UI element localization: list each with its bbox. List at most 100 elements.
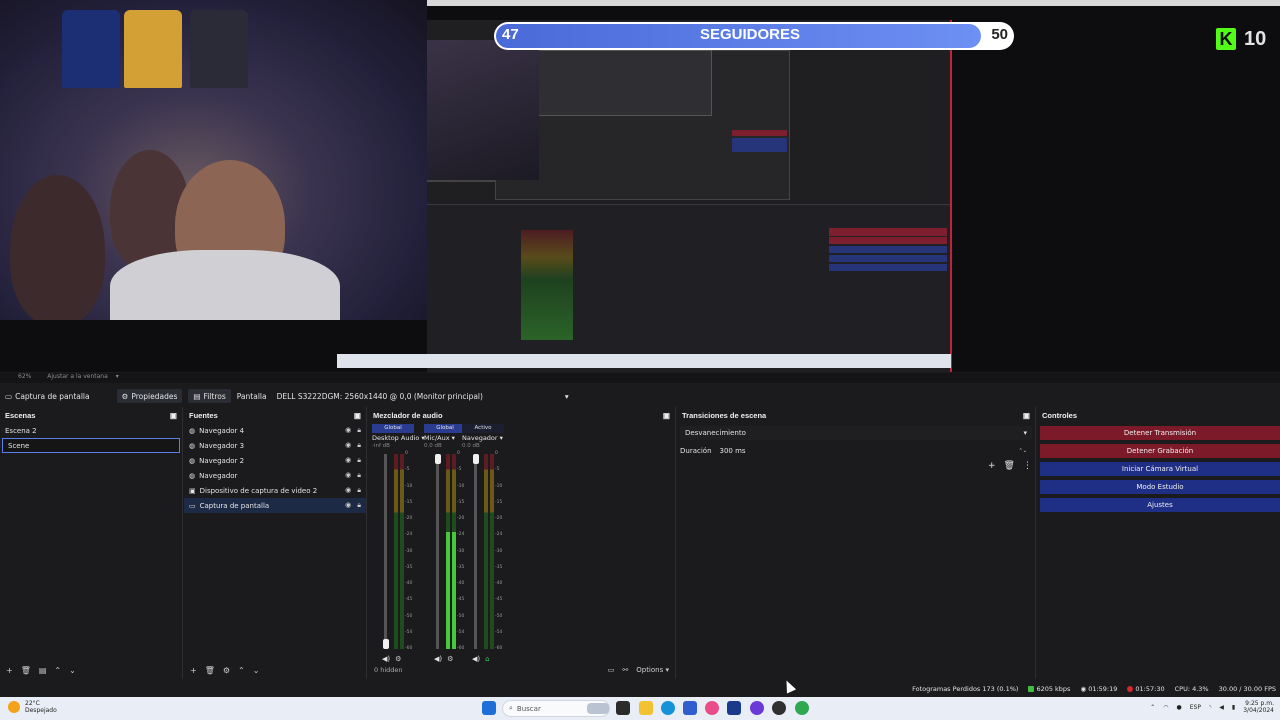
obs-icon[interactable] xyxy=(772,701,786,715)
dock-menu-icon[interactable]: ▣ xyxy=(1023,411,1030,420)
chevron-down-icon[interactable]: ▾ xyxy=(116,373,119,380)
follower-current: 47 xyxy=(502,26,519,43)
chevron-up-icon[interactable]: ⌃ xyxy=(238,666,245,675)
stop-recording-button[interactable]: Detener Grabación xyxy=(1040,444,1280,458)
eye-icon[interactable]: ◉ xyxy=(345,426,351,435)
source-item[interactable]: ▣ Dispositivo de captura de video 2 ◉ 🔒︎ xyxy=(184,483,366,498)
add-icon[interactable]: + xyxy=(190,666,197,675)
person-shirt xyxy=(110,250,340,320)
options-button[interactable]: Options ▾ xyxy=(636,666,669,674)
chevron-up-icon[interactable]: ⌃ xyxy=(54,666,61,675)
dropped-frames: Fotogramas Perdidos 173 (0.1%) xyxy=(912,685,1019,693)
chevron-down-icon[interactable]: ⌄ xyxy=(253,666,260,675)
volume-fader[interactable] xyxy=(472,454,479,649)
follower-label: SEGUIDORES xyxy=(700,26,801,43)
dock-menu-icon[interactable]: ▣ xyxy=(354,411,361,420)
meter-scale-tick: -50 xyxy=(405,613,413,619)
edge-icon[interactable] xyxy=(661,701,675,715)
wifi-icon[interactable]: ◝ xyxy=(1209,704,1211,711)
mixer-channel-name[interactable]: Navegador ▾ xyxy=(462,433,504,443)
chrome-icon[interactable] xyxy=(795,701,809,715)
meter-scale-tick: -24 xyxy=(405,532,413,538)
scene-item-selected[interactable]: Scene xyxy=(2,438,180,453)
link-icon[interactable]: ⚯ xyxy=(622,666,628,674)
file-explorer-icon[interactable] xyxy=(639,701,653,715)
preview-canvas[interactable]: 47 SEGUIDORES 50 K 10 xyxy=(0,0,1280,372)
add-icon[interactable]: + xyxy=(6,666,13,675)
chevron-down-icon[interactable]: ⌄ xyxy=(69,666,76,675)
windows-start-icon[interactable] xyxy=(482,701,496,715)
trash-icon[interactable]: 🗑 xyxy=(21,666,31,675)
meter-scale-tick: -35 xyxy=(405,564,413,570)
eye-icon[interactable]: ◉ xyxy=(345,456,351,465)
discord-icon[interactable] xyxy=(750,701,764,715)
mic-icon[interactable]: ● xyxy=(1177,704,1182,711)
filter-icon[interactable]: ▤ xyxy=(39,666,47,675)
sources-footer: + 🗑 ⚙ ⌃ ⌄ xyxy=(184,661,366,679)
volume-icon[interactable]: ◀ xyxy=(1219,704,1224,711)
weather-widget[interactable]: 22°C Despejado xyxy=(8,700,57,714)
settings-button[interactable]: Ajustes xyxy=(1040,498,1280,512)
chevron-up-icon[interactable]: ⌃ xyxy=(1150,704,1155,711)
source-item-selected[interactable]: ▭ Captura de pantalla ◉ 🔒︎ xyxy=(184,498,366,513)
zoom-fit[interactable]: Ajustar a la ventana xyxy=(47,373,108,380)
taskbar-search[interactable]: ⌕ Buscar xyxy=(502,700,610,717)
volume-fader-handle[interactable] xyxy=(434,454,441,464)
add-icon[interactable]: + xyxy=(988,461,996,471)
filters-button[interactable]: ▤ Filtros xyxy=(188,389,231,403)
network-icon[interactable]: ◠ xyxy=(1163,704,1168,711)
eye-icon[interactable]: ◉ xyxy=(345,471,351,480)
mixer-channel-db: 0.0 dB xyxy=(424,443,442,449)
mixer-channel-db: 0.0 dB xyxy=(462,443,480,449)
layout-icon[interactable]: ▭ xyxy=(608,666,615,674)
task-view-icon[interactable] xyxy=(616,701,630,715)
source-item[interactable]: ◍ Navegador 2 ◉ 🔒︎ xyxy=(184,453,366,468)
duration-field[interactable]: 300 ms ⌃⌄ xyxy=(720,444,1032,458)
lock-icon[interactable]: 🔒︎ xyxy=(357,471,361,480)
lock-icon[interactable]: 🔒︎ xyxy=(357,426,361,435)
meter-scale-tick: -30 xyxy=(495,548,503,554)
lock-icon[interactable]: 🔒︎ xyxy=(357,501,361,510)
source-item[interactable]: ◍ Navegador 4 ◉ 🔒︎ xyxy=(184,423,366,438)
meter-scale-tick: -15 xyxy=(405,499,413,505)
start-virtual-camera-button[interactable]: Iniciar Cámara Virtual xyxy=(1040,462,1280,476)
source-item[interactable]: ◍ Navegador ◉ 🔒︎ xyxy=(184,468,366,483)
spinner-icon[interactable]: ⌃⌄ xyxy=(1019,448,1027,454)
scene-item[interactable]: Escena 2 xyxy=(0,423,182,438)
scenes-dock: Escenas ▣ Escena 2 Scene + 🗑 ▤ ⌃ ⌄ xyxy=(0,407,183,679)
trash-icon[interactable]: 🗑 xyxy=(1004,461,1015,471)
volume-fader-handle[interactable] xyxy=(382,639,389,649)
meter-scale-tick: -54 xyxy=(495,629,503,635)
clock[interactable]: 9:25 p.m. 3/04/2024 xyxy=(1243,700,1274,714)
app-icon[interactable] xyxy=(705,701,719,715)
battery-icon[interactable]: ▮ xyxy=(1232,704,1235,711)
eye-icon[interactable]: ◉ xyxy=(345,501,351,510)
stop-stream-button[interactable]: Detener Transmisión xyxy=(1040,426,1280,440)
more-icon[interactable]: ⋮ xyxy=(1023,461,1032,471)
dock-menu-icon[interactable]: ▣ xyxy=(663,411,670,420)
eye-icon[interactable]: ◉ xyxy=(345,486,351,495)
eye-icon[interactable]: ◉ xyxy=(345,441,351,450)
language-indicator[interactable]: ESP xyxy=(1190,704,1201,711)
mixer-channel-name[interactable]: Mic/Aux ▾ xyxy=(424,433,466,443)
app-icon[interactable] xyxy=(683,701,697,715)
lock-icon[interactable]: 🔒︎ xyxy=(357,486,361,495)
trash-icon[interactable]: 🗑 xyxy=(205,666,215,675)
gear-icon[interactable]: ⚙ xyxy=(223,666,230,675)
mixer-channel-name[interactable]: Desktop Audio ▾ xyxy=(372,433,425,443)
dock-menu-icon[interactable]: ▣ xyxy=(170,411,177,420)
mixer-footer: 0 hidden ▭ ⚯ Options ▾ xyxy=(368,661,675,679)
volume-fader[interactable] xyxy=(382,454,389,649)
studio-mode-button[interactable]: Modo Estudio xyxy=(1040,480,1280,494)
source-item[interactable]: ◍ Navegador 3 ◉ 🔒︎ xyxy=(184,438,366,453)
transition-select[interactable]: Desvanecimiento ▾ xyxy=(680,426,1032,440)
zoom-level[interactable]: 62% xyxy=(18,373,31,380)
lock-icon[interactable]: 🔒︎ xyxy=(357,441,361,450)
volume-fader[interactable] xyxy=(434,454,441,649)
properties-button[interactable]: ⚙ Propiedades xyxy=(116,389,183,403)
bitrate: 6205 kbps xyxy=(1036,685,1071,693)
screen-select[interactable]: DELL S3222DGM: 2560x1440 @ 0,0 (Monitor … xyxy=(272,389,573,403)
lock-icon[interactable]: 🔒︎ xyxy=(357,456,361,465)
app-icon[interactable] xyxy=(727,701,741,715)
volume-fader-handle[interactable] xyxy=(472,454,479,464)
